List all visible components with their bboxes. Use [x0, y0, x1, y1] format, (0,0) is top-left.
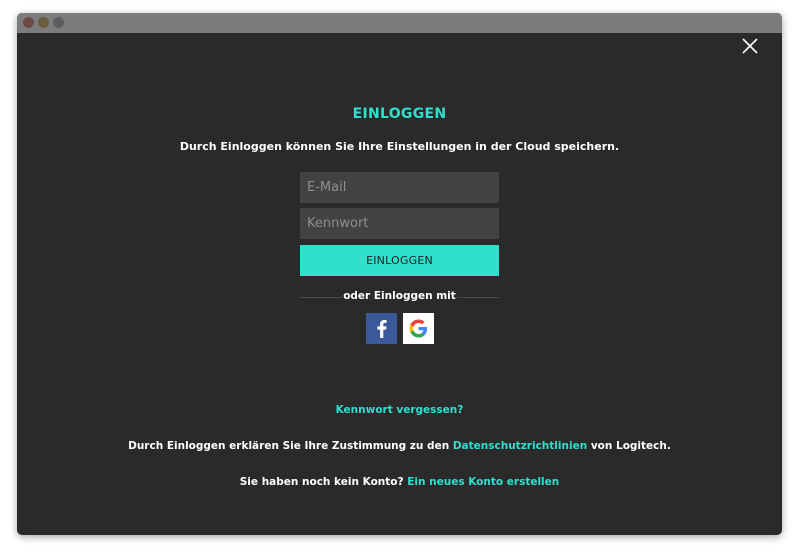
facebook-login-button[interactable] [366, 313, 397, 344]
page-title: EINLOGGEN [352, 106, 447, 122]
signup-prompt: Sie haben noch kein Konto? Ein neues Kon… [17, 476, 782, 488]
consent-suffix: von Logitech. [590, 440, 671, 452]
page-subtitle: Durch Einloggen können Sie Ihre Einstell… [179, 140, 620, 153]
app-window: EINLOGGEN Durch Einloggen können Sie Ihr… [17, 13, 782, 535]
consent-prefix: Durch Einloggen erklären Sie Ihre Zustim… [128, 440, 450, 452]
no-account-text: Sie haben noch kein Konto? [239, 476, 404, 488]
close-icon[interactable] [740, 36, 760, 56]
window-minimize-button[interactable] [38, 17, 49, 28]
window-maximize-button[interactable] [53, 17, 64, 28]
login-dialog: EINLOGGEN Durch Einloggen können Sie Ihr… [17, 33, 782, 535]
divider-text: oder Einloggen mit [343, 290, 456, 302]
google-icon [409, 319, 428, 338]
email-field[interactable] [300, 172, 499, 203]
create-account-link[interactable]: Ein neues Konto erstellen [407, 476, 559, 488]
password-field[interactable] [300, 208, 499, 239]
privacy-policy-link[interactable]: Datenschutzrichtlinien [453, 440, 587, 452]
title-bar [17, 13, 782, 33]
social-divider: oder Einloggen mit [300, 290, 499, 304]
privacy-consent-text: Durch Einloggen erklären Sie Ihre Zustim… [17, 440, 782, 452]
window-close-button[interactable] [23, 17, 34, 28]
divider-line [457, 297, 499, 298]
google-login-button[interactable] [403, 313, 434, 344]
login-button[interactable]: EINLOGGEN [300, 245, 499, 276]
forgot-password-link[interactable]: Kennwort vergessen? [17, 404, 782, 416]
facebook-icon [377, 320, 387, 338]
